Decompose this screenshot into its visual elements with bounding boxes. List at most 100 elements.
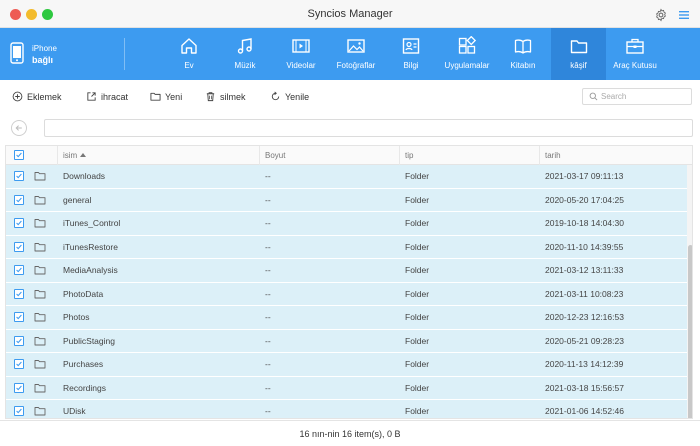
device-info[interactable]: iPhone bağlı — [10, 42, 120, 68]
apps-icon — [458, 36, 477, 54]
export-button[interactable]: ihracat — [86, 91, 132, 103]
search-input[interactable] — [601, 91, 687, 102]
row-checkbox[interactable] — [14, 359, 24, 369]
photo-icon — [347, 39, 365, 53]
checkmark-icon — [16, 291, 22, 296]
table-row[interactable]: PhotoData -- Folder 2021-03-11 10:08:23 — [6, 282, 687, 306]
row-checkbox[interactable] — [14, 194, 24, 205]
file-date: 2020-11-13 14:12:39 — [545, 359, 624, 369]
hamburger-menu-icon[interactable] — [678, 9, 690, 21]
file-name: PhotoData — [63, 288, 104, 299]
file-type: Folder — [405, 288, 430, 299]
folder-icon — [34, 336, 46, 345]
search-box[interactable] — [582, 88, 692, 105]
row-checkbox[interactable] — [14, 171, 24, 181]
row-checkbox[interactable] — [14, 312, 24, 322]
row-checkbox[interactable] — [14, 265, 24, 275]
tab-books[interactable]: Kitabın — [499, 28, 547, 80]
file-type: Folder — [405, 218, 430, 228]
table-row[interactable]: UDisk -- Folder 2021-01-06 14:52:46 — [6, 400, 687, 418]
new-folder-button[interactable]: Yeni — [150, 91, 186, 103]
folder-icon — [34, 383, 46, 392]
file-type: Folder — [405, 171, 430, 181]
table-row[interactable]: Photos -- Folder 2020-12-23 12:16:53 — [6, 306, 687, 330]
vertical-scrollbar[interactable] — [687, 165, 692, 418]
table-row[interactable]: iTunes_Control -- Folder 2019-10-18 14:04:3… — [6, 212, 687, 236]
new-label: Yeni — [165, 92, 183, 102]
column-header-type[interactable]: tip — [405, 151, 413, 160]
tab-label: Bilgi — [403, 61, 419, 70]
toolbox-icon — [626, 38, 644, 54]
folder-icon — [34, 360, 46, 369]
table-row[interactable]: Downloads -- Folder 2021-03-17 09:11:13 — [6, 165, 687, 189]
tab-info[interactable]: Bilgi — [386, 28, 436, 80]
tab-toolbox[interactable]: Araç Kutusu — [606, 28, 664, 80]
device-name: iPhone — [32, 44, 57, 53]
row-checkbox[interactable] — [14, 218, 24, 228]
add-button[interactable]: Eklemek — [12, 91, 68, 103]
gear-icon[interactable] — [654, 8, 668, 22]
row-checkbox[interactable] — [14, 288, 24, 299]
file-name: Recordings — [63, 382, 106, 393]
tab-photos[interactable]: Fotoğraflar — [330, 28, 382, 80]
tab-explorer[interactable]: kâşif — [551, 28, 606, 80]
plus-circle-icon — [12, 91, 23, 102]
tab-home[interactable]: Ev — [164, 28, 214, 80]
tab-videos[interactable]: Videolar — [275, 28, 327, 80]
table-row[interactable]: PublicStaging -- Folder 2020-05-21 09:28:23 — [6, 329, 687, 353]
file-type: Folder — [405, 382, 430, 393]
column-separator — [539, 146, 540, 165]
folder-icon — [34, 289, 46, 298]
tab-label: kâşif — [570, 61, 587, 70]
file-date: 2020-11-10 14:39:55 — [545, 241, 624, 252]
nav-divider — [124, 38, 125, 70]
tab-apps[interactable]: Uygulamalar — [437, 28, 497, 80]
path-field[interactable] — [44, 119, 693, 137]
checkmark-icon — [16, 267, 22, 273]
file-type: Folder — [405, 312, 430, 322]
delete-button[interactable]: silmek — [205, 91, 251, 103]
refresh-icon — [271, 91, 280, 101]
row-checkbox[interactable] — [14, 241, 24, 252]
table-row[interactable]: Recordings -- Folder 2021-03-18 15:56:57 — [6, 376, 687, 400]
row-checkbox[interactable] — [14, 382, 24, 393]
tab-label: Araç Kutusu — [613, 61, 657, 70]
checkmark-icon — [16, 173, 22, 179]
file-name: PublicStaging — [63, 335, 115, 346]
scrollbar-thumb[interactable] — [688, 245, 692, 418]
device-status: bağlı — [32, 55, 54, 65]
tab-label: Ev — [184, 61, 194, 70]
tab-label: Fotoğraflar — [336, 61, 376, 70]
refresh-button[interactable]: Yenile — [270, 91, 312, 103]
column-header-name[interactable]: isim — [63, 151, 87, 160]
column-header-name-label: isim — [63, 151, 78, 160]
file-type: Folder — [405, 335, 430, 346]
row-checkbox[interactable] — [14, 335, 24, 346]
file-date: 2021-03-18 15:56:57 — [545, 382, 624, 393]
column-header-size[interactable]: Boyut — [265, 151, 285, 160]
file-date: 2021-03-12 13:11:33 — [545, 265, 624, 275]
tab-label: Kitabın — [510, 61, 536, 70]
table-row[interactable]: MediaAnalysis -- Folder 2021-03-12 13:11:33 — [6, 259, 687, 283]
file-name: iTunes_Control — [63, 218, 121, 228]
file-size: -- — [265, 171, 271, 181]
tab-music[interactable]: Müzik — [220, 28, 270, 80]
table-row[interactable]: general -- Folder 2020-05-20 17:04:25 — [6, 188, 687, 212]
status-bar: 16 nın-nin 16 item(s), 0 B — [0, 420, 700, 446]
column-header-date[interactable]: tarih — [545, 151, 561, 160]
table-row[interactable]: Purchases -- Folder 2020-11-13 14:12:39 — [6, 353, 687, 377]
select-all-checkbox[interactable] — [14, 150, 24, 160]
back-button[interactable] — [11, 120, 27, 136]
file-size: -- — [265, 335, 271, 346]
file-type: Folder — [405, 265, 430, 275]
file-name: Purchases — [63, 359, 104, 369]
title-bar: Syncios Manager — [0, 0, 700, 28]
table-row[interactable]: iTunesRestore -- Folder 2020-11-10 14:39:55 — [6, 235, 687, 259]
folder-icon — [570, 40, 587, 54]
export-label: ihracat — [101, 92, 129, 102]
main-navigation: iPhone bağlı Ev Müzik Videolar Fotoğrafl… — [0, 28, 700, 80]
checkmark-icon — [16, 314, 22, 320]
row-checkbox[interactable] — [14, 406, 24, 416]
file-name: general — [63, 194, 92, 205]
file-size: -- — [265, 241, 271, 252]
